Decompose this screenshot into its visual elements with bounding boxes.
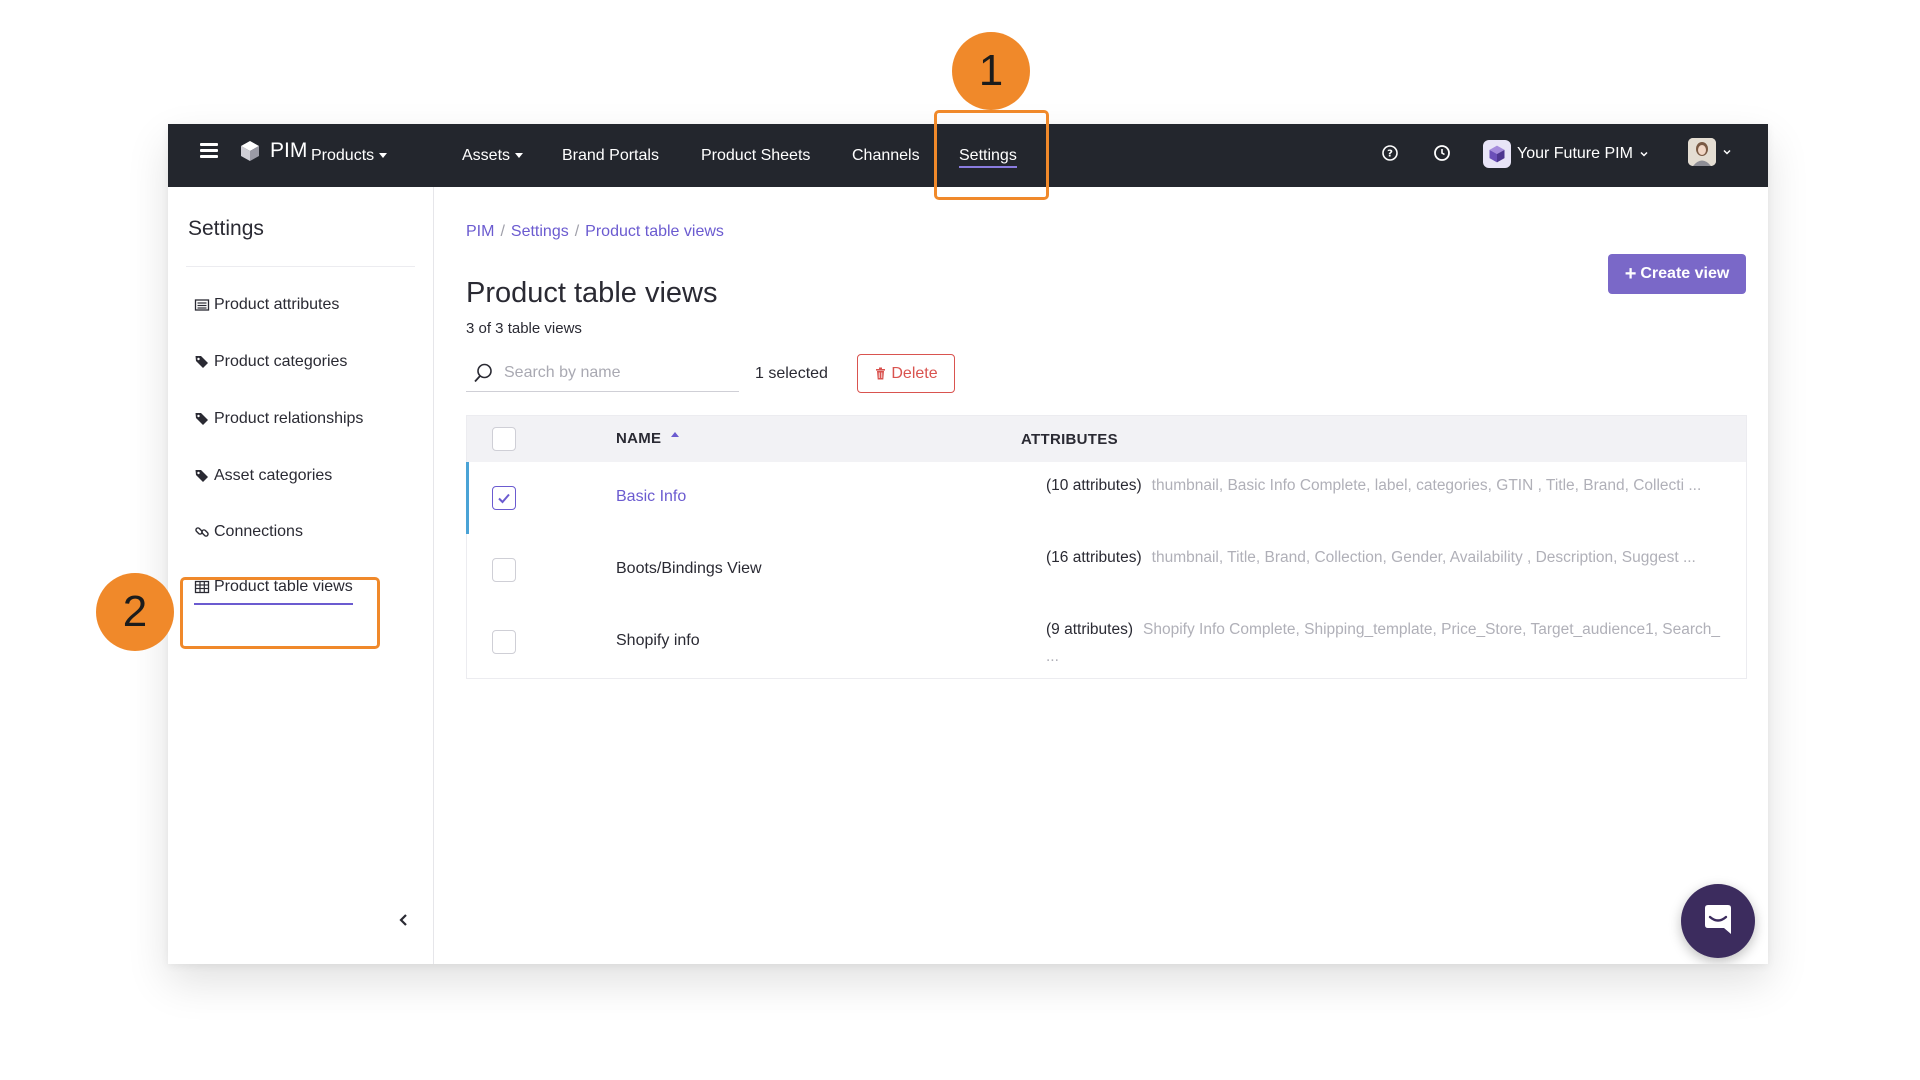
breadcrumb-pim[interactable]: PIM [466, 223, 494, 240]
search-input[interactable] [504, 363, 724, 382]
row-checkbox[interactable] [492, 558, 516, 582]
org-switcher[interactable]: Your Future PIM [1483, 140, 1649, 168]
tags-icon [195, 356, 208, 368]
row-checkbox[interactable] [492, 486, 516, 510]
cube-logo-icon [241, 141, 259, 161]
column-header-attributes: ATTRIBUTES [1021, 431, 1118, 448]
nav-brand-portals-label: Brand Portals [562, 147, 659, 164]
sort-ascending-icon [671, 432, 680, 437]
row-attributes: (10 attributes) thumbnail, Basic Info Com… [1046, 472, 1726, 499]
chevron-down-icon [1640, 151, 1648, 157]
attribute-list: thumbnail, Basic Info Complete, label, c… [1151, 477, 1702, 494]
nav-products[interactable]: Products [311, 124, 388, 187]
sidebar-item-product-relationships[interactable]: Product relationships [194, 407, 363, 431]
breadcrumb-separator: / [500, 223, 505, 240]
caret-down-icon [379, 153, 388, 159]
menu-icon[interactable] [200, 143, 218, 159]
tags-icon [195, 413, 208, 425]
org-name: Your Future PIM [1517, 145, 1633, 162]
column-header-name[interactable]: NAME [616, 416, 680, 462]
row-name[interactable]: Shopify info [616, 632, 700, 650]
nav-assets-label: Assets [462, 147, 511, 164]
sidebar-item-asset-categories[interactable]: Asset categories [194, 464, 332, 488]
callout-box-settings [934, 110, 1049, 200]
table-row[interactable]: Boots/Bindings View (16 attributes) thumb… [467, 534, 1746, 606]
nav-product-sheets-label: Product Sheets [701, 147, 811, 164]
delete-label: Delete [891, 364, 938, 382]
attribute-list: Shopify Info Complete, Shipping_template… [1046, 621, 1721, 665]
brand-name: PIM [270, 139, 308, 162]
collapse-sidebar-icon[interactable] [396, 912, 412, 928]
checkmark-icon [498, 493, 510, 504]
breadcrumb-current[interactable]: Product table views [585, 223, 724, 240]
row-attributes: (16 attributes) thumbnail, Title, Brand, … [1046, 544, 1726, 571]
table-header: NAME ATTRIBUTES [467, 416, 1746, 462]
create-view-label: Create view [1640, 265, 1730, 282]
row-attributes: (9 attributes) Shopify Info Complete, Shi… [1046, 616, 1726, 670]
avatar [1688, 138, 1716, 166]
nav-channels-label: Channels [852, 147, 920, 164]
sidebar-divider [186, 266, 415, 267]
search-icon [474, 363, 492, 382]
caret-down-icon [515, 153, 524, 159]
row-name[interactable]: Basic Info [616, 488, 686, 506]
view-count: 3 of 3 table views [466, 320, 582, 337]
breadcrumb-separator: / [574, 223, 580, 240]
sidebar-item-product-attributes[interactable]: Product attributes [194, 293, 339, 317]
column-name-label: NAME [616, 430, 662, 447]
nav-channels[interactable]: Channels [852, 124, 920, 187]
sidebar-item-product-categories[interactable]: Product categories [194, 350, 347, 374]
nav-products-label: Products [311, 147, 375, 164]
tags-icon [195, 470, 208, 482]
delete-button[interactable]: Delete [857, 354, 955, 393]
attribute-count: (10 attributes) [1046, 477, 1142, 494]
attribute-count: (9 attributes) [1046, 621, 1134, 638]
sidebar-item-label: Product relationships [214, 410, 364, 427]
main-content: PIM / Settings / Product table views Product… [434, 187, 1768, 964]
row-name[interactable]: Boots/Bindings View [616, 560, 762, 578]
row-checkbox[interactable] [492, 630, 516, 654]
attribute-list: thumbnail, Title, Brand, Collection, Gen… [1151, 549, 1696, 566]
table-row[interactable]: Basic Info (10 attributes) thumbnail, Bas… [466, 462, 1746, 534]
table-row[interactable]: Shopify info (9 attributes) Shopify Info … [467, 606, 1746, 678]
nav-product-sheets[interactable]: Product Sheets [701, 124, 810, 187]
sidebar-item-connections[interactable]: Connections [194, 520, 303, 544]
callout-box-table-views [180, 577, 380, 649]
org-cube-icon [1489, 145, 1505, 163]
help-icon[interactable]: ? [1379, 142, 1401, 164]
history-icon[interactable] [1431, 142, 1453, 164]
chat-button[interactable] [1681, 884, 1755, 958]
nav-assets[interactable]: Assets [462, 124, 524, 187]
nav-brand-portals[interactable]: Brand Portals [562, 124, 659, 187]
create-view-button[interactable]: + Create view [1608, 254, 1746, 294]
table-views-table: NAME ATTRIBUTES Basic Info (10 attribute… [466, 415, 1747, 679]
callout-number-2: 2 [96, 573, 174, 651]
sidebar-item-label: Product categories [214, 353, 348, 370]
sidebar-item-label: Asset categories [214, 467, 333, 484]
brand-logo[interactable]: PIM [238, 139, 307, 163]
settings-sidebar: Settings Product attributes Product cate… [168, 187, 434, 964]
list-icon [194, 299, 210, 311]
search-box [466, 354, 739, 392]
sidebar-item-label: Connections [214, 523, 303, 540]
breadcrumb-settings[interactable]: Settings [511, 223, 569, 240]
selected-count: 1 selected [755, 365, 828, 382]
select-all-checkbox[interactable] [492, 427, 516, 451]
chat-icon [1705, 905, 1731, 934]
breadcrumb: PIM / Settings / Product table views [466, 223, 724, 241]
sidebar-item-label: Product attributes [214, 296, 340, 313]
link-icon [195, 527, 209, 537]
attribute-count: (16 attributes) [1046, 549, 1142, 566]
chevron-down-icon [1723, 149, 1731, 155]
trash-icon [876, 367, 886, 380]
page-title: Product table views [466, 277, 718, 309]
plus-icon: + [1624, 262, 1637, 285]
sidebar-title: Settings [188, 217, 264, 240]
user-avatar-icon [1688, 138, 1716, 166]
svg-text:?: ? [1387, 149, 1393, 160]
org-logo [1483, 140, 1511, 168]
app-window: PIM Products Assets Brand Portals Produc… [168, 124, 1768, 964]
user-menu[interactable] [1688, 138, 1732, 166]
callout-number-1: 1 [952, 32, 1030, 110]
